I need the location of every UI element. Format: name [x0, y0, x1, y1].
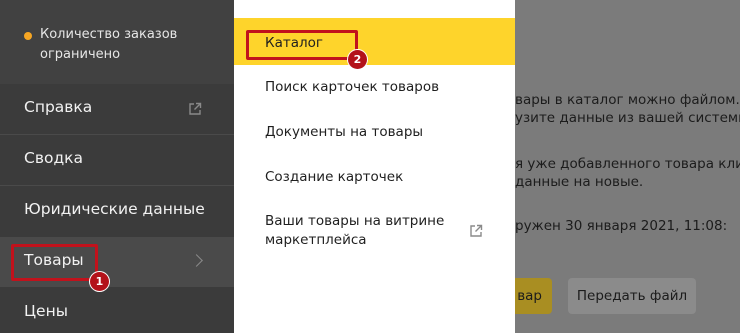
upload-file-button[interactable]: Передать файл — [568, 278, 696, 314]
page-content-overlay: вары в каталог можно файлом. Для узите д… — [515, 0, 740, 333]
sidebar-item-label: Справка — [24, 98, 93, 116]
sidebar-item-legal-data[interactable]: Юридические данные — [0, 186, 234, 236]
upload-status-text: ружен 30 января 2021, 11:08: — [515, 218, 728, 234]
menu-item-card-creation[interactable]: Создание карточек — [234, 160, 515, 196]
callout-box-catalog — [246, 30, 358, 60]
warning-dot-icon — [24, 32, 32, 40]
menu-item-product-documents[interactable]: Документы на товары — [234, 115, 515, 151]
menu-item-label: Создание карточек — [265, 169, 404, 185]
content-text-line: я уже добавленного товара кликни — [515, 156, 740, 172]
sidebar-item-summary[interactable]: Сводка — [0, 135, 234, 185]
order-limit-notice: Количество заказов ограничено — [0, 0, 234, 84]
sidebar-item-prices[interactable]: Цены — [0, 288, 234, 333]
step-badge-2: 2 — [348, 50, 367, 69]
content-text-line: данные на новые. — [515, 174, 644, 190]
notice-text: Количество заказов ограничено — [40, 27, 178, 62]
sidebar-item-label: Юридические данные — [24, 200, 205, 218]
sidebar-item-label: Сводка — [24, 149, 84, 167]
menu-item-marketplace-showcase[interactable]: Ваши товары на витрине маркетплейса — [234, 206, 515, 256]
sidebar-item-label: Цены — [24, 302, 68, 320]
callout-box-products — [11, 244, 98, 281]
chevron-right-icon — [190, 254, 203, 267]
menu-item-label: Документы на товары — [265, 124, 424, 140]
sidebar: Количество заказов ограничено Справка Св… — [0, 0, 234, 333]
menu-item-label: Поиск карточек товаров — [265, 79, 440, 95]
menu-item-label: Ваши товары на витрине маркетплейса — [265, 213, 445, 248]
external-link-icon — [470, 224, 483, 237]
menu-item-card-search[interactable]: Поиск карточек товаров — [234, 70, 515, 106]
step-badge-1: 1 — [90, 272, 109, 291]
content-text-line: узите данные из вашей системы в ф — [515, 110, 740, 126]
sidebar-item-help[interactable]: Справка — [0, 84, 234, 134]
content-text-line: вары в каталог можно файлом. Для — [515, 92, 740, 108]
external-link-icon — [189, 102, 202, 115]
add-product-button[interactable]: вар — [515, 278, 552, 314]
